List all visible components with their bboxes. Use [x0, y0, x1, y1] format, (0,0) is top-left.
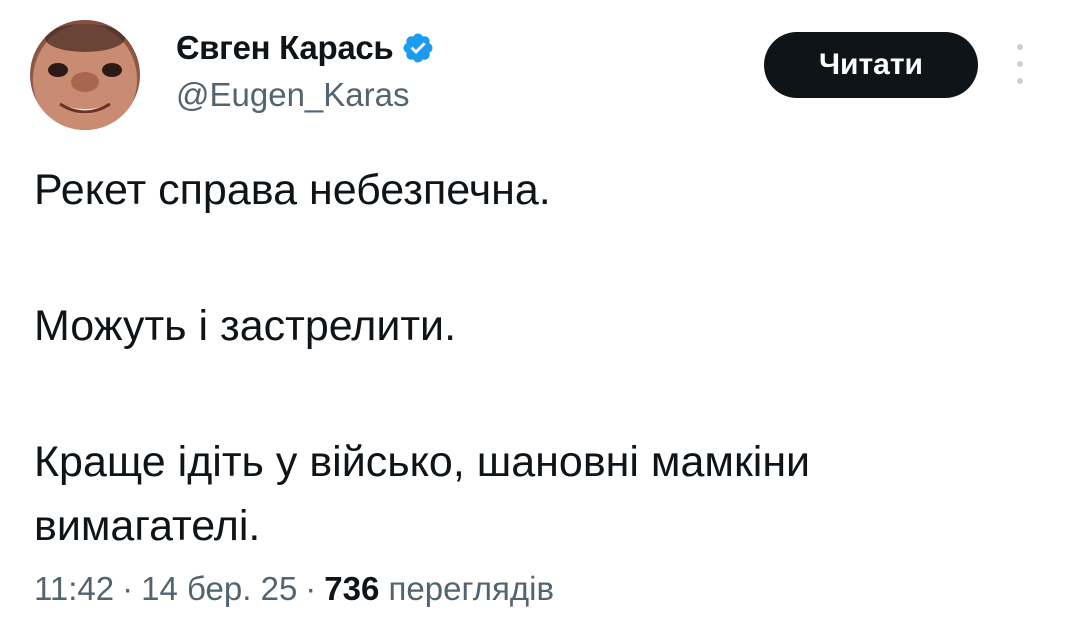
author-name-row[interactable]: Євген Карась [176, 26, 435, 70]
more-vertical-icon[interactable] [1008, 44, 1032, 84]
verified-badge-icon [403, 33, 433, 63]
meta-separator: · [122, 570, 134, 607]
avatar-image [33, 24, 137, 130]
tweet-card: Євген Карась @Eugen_Karas Читати Рекет с… [0, 0, 1080, 637]
tweet-paragraph: Рекет справа небезпечна. [34, 166, 551, 214]
more-dot [1017, 44, 1023, 50]
views-label: переглядів [388, 570, 555, 607]
tweet-date[interactable]: 14 бер. 25 [141, 570, 297, 607]
tweet-text: Рекет справа небезпечна. Можуть і застре… [34, 158, 1044, 558]
meta-separator: · [305, 570, 317, 607]
views-count[interactable]: 736 [324, 570, 379, 607]
more-dot [1017, 61, 1023, 67]
author-display-name[interactable]: Євген Карась [176, 29, 394, 67]
tweet-paragraph: Можуть і застрелити. [34, 302, 457, 350]
author-handle[interactable]: @Eugen_Karas [176, 76, 409, 114]
tweet-meta: 11:42 · 14 бер. 25 · 736 переглядів [34, 570, 554, 608]
tweet-time[interactable]: 11:42 [34, 570, 114, 607]
tweet-paragraph: Краще ідіть у військо, шановні мамкіни в… [34, 438, 811, 550]
more-dot [1017, 78, 1023, 84]
follow-button[interactable]: Читати [764, 32, 978, 98]
author-avatar[interactable] [30, 20, 140, 130]
